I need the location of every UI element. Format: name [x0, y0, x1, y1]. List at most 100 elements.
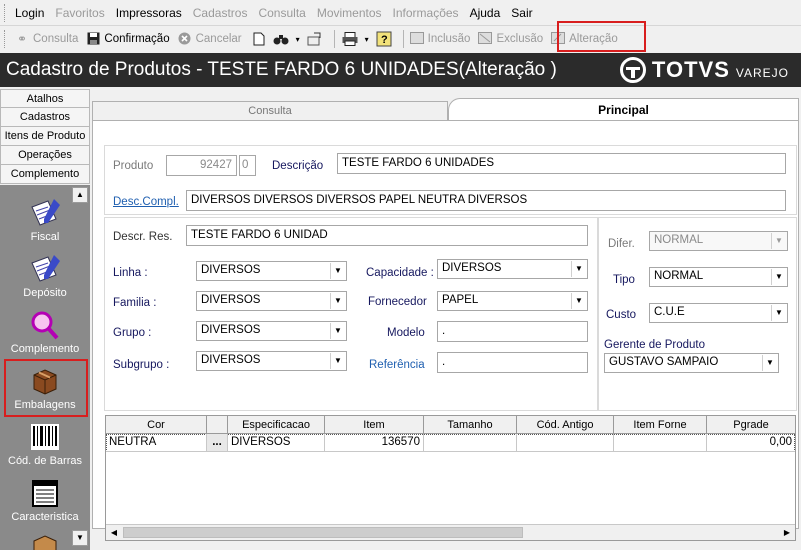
col-item[interactable]: Item — [325, 416, 424, 434]
menu-movimentos[interactable]: Movimentos — [317, 6, 382, 20]
desc-compl-field[interactable]: DIVERSOS DIVERSOS DIVERSOS PAPEL NEUTRA … — [186, 190, 786, 211]
table-row[interactable]: NEUTRA ... DIVERSOS 136570 0,00 — [106, 434, 795, 452]
nav-tab-atalhos[interactable]: Atalhos — [0, 89, 90, 108]
menu-impressoras[interactable]: Impressoras — [116, 6, 182, 20]
new-document-icon[interactable] — [250, 30, 268, 48]
inclusao-button[interactable]: Inclusão — [409, 32, 470, 46]
magnifier-icon — [25, 307, 65, 343]
cell-ellipsis-button[interactable]: ... — [207, 434, 228, 452]
capacidade-select[interactable]: DIVERSOS ▼ — [437, 259, 588, 279]
subgrupo-value: DIVERSOS — [201, 354, 261, 366]
tab-consulta[interactable]: Consulta — [92, 101, 448, 120]
col-pgrade[interactable]: Pgrade — [707, 416, 795, 434]
help-icon[interactable]: ? — [375, 30, 393, 48]
fornecedor-select[interactable]: PAPEL ▼ — [437, 291, 588, 311]
search-binoculars-icon[interactable] — [272, 30, 290, 48]
capacidade-value: DIVERSOS — [442, 262, 502, 274]
title-bar: Cadastro de Produtos - TESTE FARDO 6 UNI… — [0, 53, 801, 87]
calendar-list-icon — [25, 475, 65, 511]
chevron-down-icon[interactable]: ▾ — [363, 30, 371, 48]
sidebar-item-complemento[interactable]: Complemento — [0, 307, 90, 355]
cancelar-button[interactable]: Cancelar — [178, 32, 242, 46]
produto-label: Produto — [113, 160, 154, 172]
document-pen-icon — [25, 251, 65, 287]
col-cod-antigo[interactable]: Cód. Antigo — [517, 416, 614, 434]
tab-principal[interactable]: Principal — [448, 98, 799, 120]
cell-tamanho[interactable] — [424, 434, 517, 452]
delete-record-icon — [478, 32, 493, 46]
sidebar-item-fiscal[interactable]: Fiscal — [0, 195, 90, 243]
chevron-down-icon: ▼ — [330, 293, 345, 309]
confirmacao-label: Confirmação — [104, 33, 170, 45]
referencia-field[interactable]: . — [437, 352, 588, 373]
grupo-value: DIVERSOS — [201, 324, 261, 336]
save-icon — [86, 32, 100, 46]
sidebar-item-cod-barras[interactable]: Cód. de Barras — [0, 419, 90, 467]
menu-grip — [4, 3, 7, 22]
cell-pgrade[interactable]: 0,00 — [707, 434, 795, 452]
sidebar-item-partial — [0, 529, 90, 550]
grupo-select[interactable]: DIVERSOS ▼ — [196, 321, 347, 341]
cell-item-forne[interactable] — [614, 434, 707, 452]
horizontal-scrollbar[interactable]: ◀ ▶ — [106, 524, 795, 540]
cell-item[interactable]: 136570 — [325, 434, 424, 452]
custo-value: C.U.E — [654, 306, 685, 318]
nav-tab-cadastros[interactable]: Cadastros — [0, 108, 90, 127]
col-button[interactable] — [207, 416, 228, 434]
cancel-icon — [178, 32, 192, 46]
menu-favoritos[interactable]: Favoritos — [55, 6, 104, 20]
col-especificacao[interactable]: Especificacao — [228, 416, 325, 434]
menu-ajuda[interactable]: Ajuda — [470, 6, 501, 20]
menu-informacoes[interactable]: Informações — [393, 6, 459, 20]
color-grid: Cor Especificacao Item Tamanho Cód. Anti… — [105, 415, 796, 541]
col-tamanho[interactable]: Tamanho — [424, 416, 517, 434]
sidebar-item-deposito[interactable]: Depósito — [0, 251, 90, 299]
difer-select[interactable]: NORMAL ▼ — [649, 231, 788, 251]
export-icon[interactable] — [306, 30, 324, 48]
menu-consulta[interactable]: Consulta — [258, 6, 305, 20]
menu-cadastros[interactable]: Cadastros — [193, 6, 248, 20]
familia-select[interactable]: DIVERSOS ▼ — [196, 291, 347, 311]
subgrupo-select[interactable]: DIVERSOS ▼ — [196, 351, 347, 371]
col-cor[interactable]: Cor — [106, 416, 207, 434]
menu-login[interactable]: Login — [15, 6, 44, 20]
exclusao-button[interactable]: Exclusão — [478, 32, 543, 46]
linha-value: DIVERSOS — [201, 264, 261, 276]
gerente-select[interactable]: GUSTAVO SAMPAIO ▼ — [604, 353, 779, 373]
consulta-button[interactable]: ⚭ Consulta — [15, 32, 78, 46]
custo-select[interactable]: C.U.E ▼ — [649, 303, 788, 323]
sidebar-item-deposito-label: Depósito — [23, 287, 67, 299]
chevron-down-icon[interactable]: ▾ — [294, 30, 302, 48]
sidebar-item-caracteristica-label: Caracteristica — [11, 511, 79, 523]
produto-field[interactable]: 92427 — [166, 155, 237, 176]
linha-select[interactable]: DIVERSOS ▼ — [196, 261, 347, 281]
menu-sair[interactable]: Sair — [511, 6, 532, 20]
col-item-forne[interactable]: Item Forne — [614, 416, 707, 434]
cell-cod-antigo[interactable] — [517, 434, 614, 452]
produto-digit-field[interactable]: 0 — [239, 155, 256, 176]
confirmacao-button[interactable]: Confirmação — [86, 32, 170, 46]
descricao-field[interactable]: TESTE FARDO 6 UNIDADES — [337, 153, 786, 174]
cell-cor[interactable]: NEUTRA — [106, 434, 207, 452]
nav-tab-itens-de-produto[interactable]: Itens de Produto — [0, 127, 90, 146]
package-box-icon — [25, 529, 65, 550]
sidebar-item-caracteristica[interactable]: Caracteristica — [0, 475, 90, 523]
subgrupo-label: Subgrupo : — [113, 359, 170, 371]
descr-res-field[interactable]: TESTE FARDO 6 UNIDAD — [186, 225, 588, 246]
scroll-left-icon[interactable]: ◀ — [106, 525, 122, 540]
desc-compl-link[interactable]: Desc.Compl. — [113, 196, 179, 208]
tab-strip: Consulta Principal — [92, 98, 799, 120]
modelo-field[interactable]: . — [437, 321, 588, 342]
toolbar-separator — [402, 30, 404, 48]
embalagens-highlight — [4, 359, 88, 417]
descr-res-label: Descr. Res. — [113, 231, 173, 243]
fornecedor-value: PAPEL — [442, 294, 479, 306]
chevron-down-icon: ▼ — [771, 305, 786, 321]
tipo-select[interactable]: NORMAL ▼ — [649, 267, 788, 287]
scroll-right-icon[interactable]: ▶ — [779, 525, 795, 540]
nav-tab-complemento[interactable]: Complemento — [0, 165, 90, 184]
print-icon[interactable] — [341, 30, 359, 48]
cell-especificacao[interactable]: DIVERSOS — [228, 434, 325, 452]
nav-tab-operacoes[interactable]: Operações — [0, 146, 90, 165]
scroll-thumb[interactable] — [123, 527, 523, 538]
